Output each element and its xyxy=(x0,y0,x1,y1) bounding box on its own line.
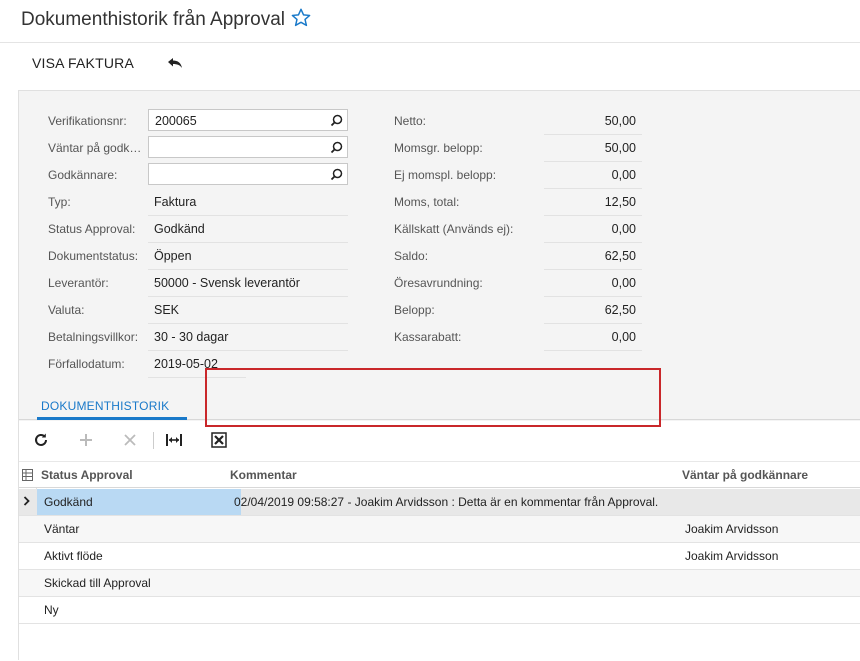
amount-value: 62,50 xyxy=(544,246,642,270)
field-value: Faktura xyxy=(148,192,348,216)
amount-value: 12,50 xyxy=(544,192,642,216)
table-row[interactable]: Skickad till Approval xyxy=(19,570,860,597)
amount-label: Belopp: xyxy=(394,303,435,317)
field-label: Dokumentstatus: xyxy=(48,249,139,263)
field-value: Öppen xyxy=(148,246,348,270)
active-tab-indicator xyxy=(37,417,187,420)
field-label: Valuta: xyxy=(48,303,85,317)
fit-columns-icon[interactable] xyxy=(165,431,183,449)
field-value: 2019-05-02 xyxy=(148,354,246,378)
amount-label: Källskatt (Används ej): xyxy=(394,222,514,236)
lookup-input[interactable] xyxy=(148,136,348,158)
document-panel: Verifikationsnr: 200065 Väntar på godk… God… xyxy=(18,90,860,661)
amount-label: Kassarabatt: xyxy=(394,330,462,344)
cell-comment: 02/04/2019 09:58:27 - Joakim Arvidsson :… xyxy=(234,495,659,509)
toolbar: VISA FAKTURA xyxy=(0,44,860,90)
grid-header: Status Approval Kommentar Väntar på godk… xyxy=(19,461,860,488)
field-value: Godkänd xyxy=(148,219,348,243)
amount-label: Netto: xyxy=(394,114,427,128)
amount-value: 0,00 xyxy=(544,219,642,243)
table-row[interactable]: Ny xyxy=(19,597,860,624)
field-value: SEK xyxy=(148,300,348,324)
undo-icon[interactable] xyxy=(166,57,184,71)
amount-label: Öresavrundning: xyxy=(394,276,483,290)
cell-status: Skickad till Approval xyxy=(44,576,151,590)
amount-value: 50,00 xyxy=(544,111,642,135)
amount-label: Moms, total: xyxy=(394,195,460,209)
amount-label: Saldo: xyxy=(394,249,429,263)
field-label: Verifikationsnr: xyxy=(48,114,127,128)
search-icon[interactable] xyxy=(330,168,343,181)
export-excel-icon[interactable] xyxy=(210,431,228,449)
lookup-input[interactable]: 200065 xyxy=(148,109,348,131)
field-label: Betalningsvillkor: xyxy=(48,330,139,344)
title-bar: Dokumenthistorik från Approval xyxy=(0,0,860,43)
delete-row-icon[interactable] xyxy=(121,431,139,449)
field-value: 50000 - Svensk leverantör xyxy=(148,273,348,297)
page-title: Dokumenthistorik från Approval xyxy=(21,9,286,30)
field-label: Väntar på godk… xyxy=(48,141,142,155)
cell-status: Godkänd xyxy=(44,495,93,509)
amount-label: Ej momspl. belopp: xyxy=(394,168,497,182)
column-config-icon[interactable] xyxy=(22,469,33,481)
table-row[interactable]: Godkänd 02/04/2019 09:58:27 - Joakim Arvi… xyxy=(19,489,860,516)
cell-status: Aktivt flöde xyxy=(44,549,103,563)
field-label: Typ: xyxy=(48,195,71,209)
lookup-value: 200065 xyxy=(155,114,197,128)
view-invoice-button[interactable]: VISA FAKTURA xyxy=(32,55,134,71)
field-value: 30 - 30 dagar xyxy=(148,327,348,351)
star-outline-icon[interactable] xyxy=(290,7,312,29)
add-row-icon[interactable] xyxy=(77,431,95,449)
field-label: Leverantör: xyxy=(48,276,109,290)
column-status-approval[interactable]: Status Approval xyxy=(41,468,133,482)
field-label: Status Approval: xyxy=(48,222,136,236)
cell-status: Ny xyxy=(44,603,59,617)
toolbar-separator xyxy=(153,432,154,449)
refresh-icon[interactable] xyxy=(32,431,50,449)
column-kommentar[interactable]: Kommentar xyxy=(230,468,297,482)
amount-value: 0,00 xyxy=(544,327,642,351)
amount-value: 0,00 xyxy=(544,273,642,297)
field-label: Förfallodatum: xyxy=(48,357,125,371)
history-grid: Status Approval Kommentar Väntar på godk… xyxy=(19,421,860,661)
column-vantar-pa-godkannare[interactable]: Väntar på godkännare xyxy=(682,468,808,482)
tab-bar: DOKUMENTHISTORIK xyxy=(19,396,860,420)
amount-value: 62,50 xyxy=(544,300,642,324)
tab-dokumenthistorik[interactable]: DOKUMENTHISTORIK xyxy=(41,399,169,413)
amount-label: Momsgr. belopp: xyxy=(394,141,483,155)
cell-status: Väntar xyxy=(44,522,80,536)
field-label: Godkännare: xyxy=(48,168,118,182)
table-row[interactable]: Väntar Joakim Arvidsson xyxy=(19,516,860,543)
amount-value: 0,00 xyxy=(544,165,642,189)
current-row-chevron-icon xyxy=(23,496,30,506)
cell-waiting: Joakim Arvidsson xyxy=(685,549,779,563)
amount-value: 50,00 xyxy=(544,138,642,162)
table-row[interactable]: Aktivt flöde Joakim Arvidsson xyxy=(19,543,860,570)
search-icon[interactable] xyxy=(330,114,343,127)
cell-waiting: Joakim Arvidsson xyxy=(685,522,779,536)
lookup-input[interactable] xyxy=(148,163,348,185)
search-icon[interactable] xyxy=(330,141,343,154)
